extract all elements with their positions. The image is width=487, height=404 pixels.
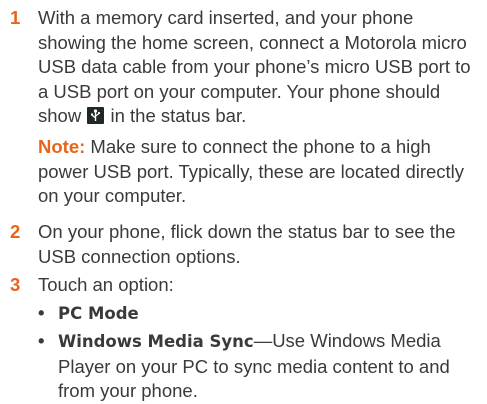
bullet-icon: • [38,330,45,351]
step-text: On your phone, flick down the status bar… [38,221,456,267]
step-text: Touch an option: [38,274,174,295]
step-text: With a memory card inserted, and your ph… [38,6,481,129]
note-label: Note: [38,136,86,157]
note-text: Make sure to connect the phone to a high… [38,136,465,206]
note: Note: Make sure to connect the phone to … [10,135,481,209]
step-3: 3 Touch an option: [10,273,481,298]
step-number: 3 [10,274,21,295]
step-number: 2 [10,221,21,242]
option-pc-mode: • PC Mode [38,301,481,327]
option-title: PC Mode [58,304,139,323]
instructions-page: 1 With a memory card inserted, and your … [0,0,487,401]
step-1: 1 With a memory card inserted, and your … [10,6,481,129]
option-title: Windows Media Sync [58,332,254,351]
bullet-icon: • [38,302,45,323]
step-2: 2 On your phone, flick down the status b… [10,220,481,269]
option-windows-media-sync: • Windows Media Sync—Use Windows Media P… [38,329,481,404]
usb-connected-icon [87,107,105,124]
step-text-after-icon: in the status bar. [105,105,247,126]
step-number: 1 [10,7,21,28]
